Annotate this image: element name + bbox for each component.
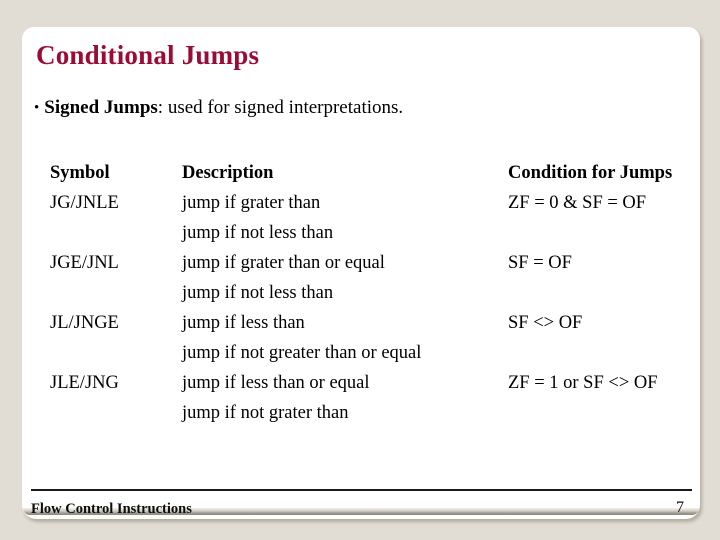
column-header-description: Description [182,163,274,183]
table-row: jump if not less than [50,278,712,308]
table-row: JLE/JNG jump if less than or equal ZF = … [50,368,712,398]
conditional-jumps-table: Symbol Description Condition for Jumps J… [50,158,712,428]
table-row: JL/JNGE jump if less than SF <> OF [50,308,712,338]
page-title: Conditional Jumps [36,40,260,70]
table-row: jump if not less than [50,218,712,248]
footer-label: Flow Control Instructions [31,501,192,517]
bullet-marker-icon: • [34,100,40,116]
page-number: 7 [676,499,684,516]
cell-description: jump if grater than or equal [182,253,385,273]
cell-condition: ZF = 0 & SF = OF [508,193,647,213]
cell-symbol: JLE/JNG [50,373,119,393]
slide-canvas: Conditional Jumps • Signed Jumps: used fo… [0,0,720,540]
column-header-symbol: Symbol [50,163,110,183]
cell-symbol: JL/JNGE [50,313,119,333]
cell-description: jump if less than [182,313,305,333]
cell-description: jump if not greater than or equal [182,343,422,363]
cell-description: jump if less than or equal [182,373,370,393]
table-row: jump if not greater than or equal [50,338,712,368]
cell-description: jump if not grater than [182,403,349,423]
footer-divider [31,489,692,491]
cell-symbol: JGE/JNL [50,253,119,273]
cell-condition: SF = OF [508,253,572,273]
table-row: jump if not grater than [50,398,712,428]
table-header-row: Symbol Description Condition for Jumps [50,158,712,188]
cell-description: jump if not less than [182,223,334,243]
cell-condition: SF <> OF [508,313,583,333]
bullet-rest-text: : used for signed interpretations. [157,97,404,118]
table-row: JG/JNLE jump if grater than ZF = 0 & SF … [50,188,712,218]
cell-description: jump if grater than [182,193,321,213]
cell-description: jump if not less than [182,283,334,303]
table-row: JGE/JNL jump if grater than or equal SF … [50,248,712,278]
column-header-condition: Condition for Jumps [508,163,673,183]
cell-condition: ZF = 1 or SF <> OF [508,373,658,393]
bullet-item: • Signed Jumps: used for signed interpret… [34,97,403,119]
bullet-lead-text: Signed Jumps [44,97,158,118]
cell-symbol: JG/JNLE [50,193,119,213]
